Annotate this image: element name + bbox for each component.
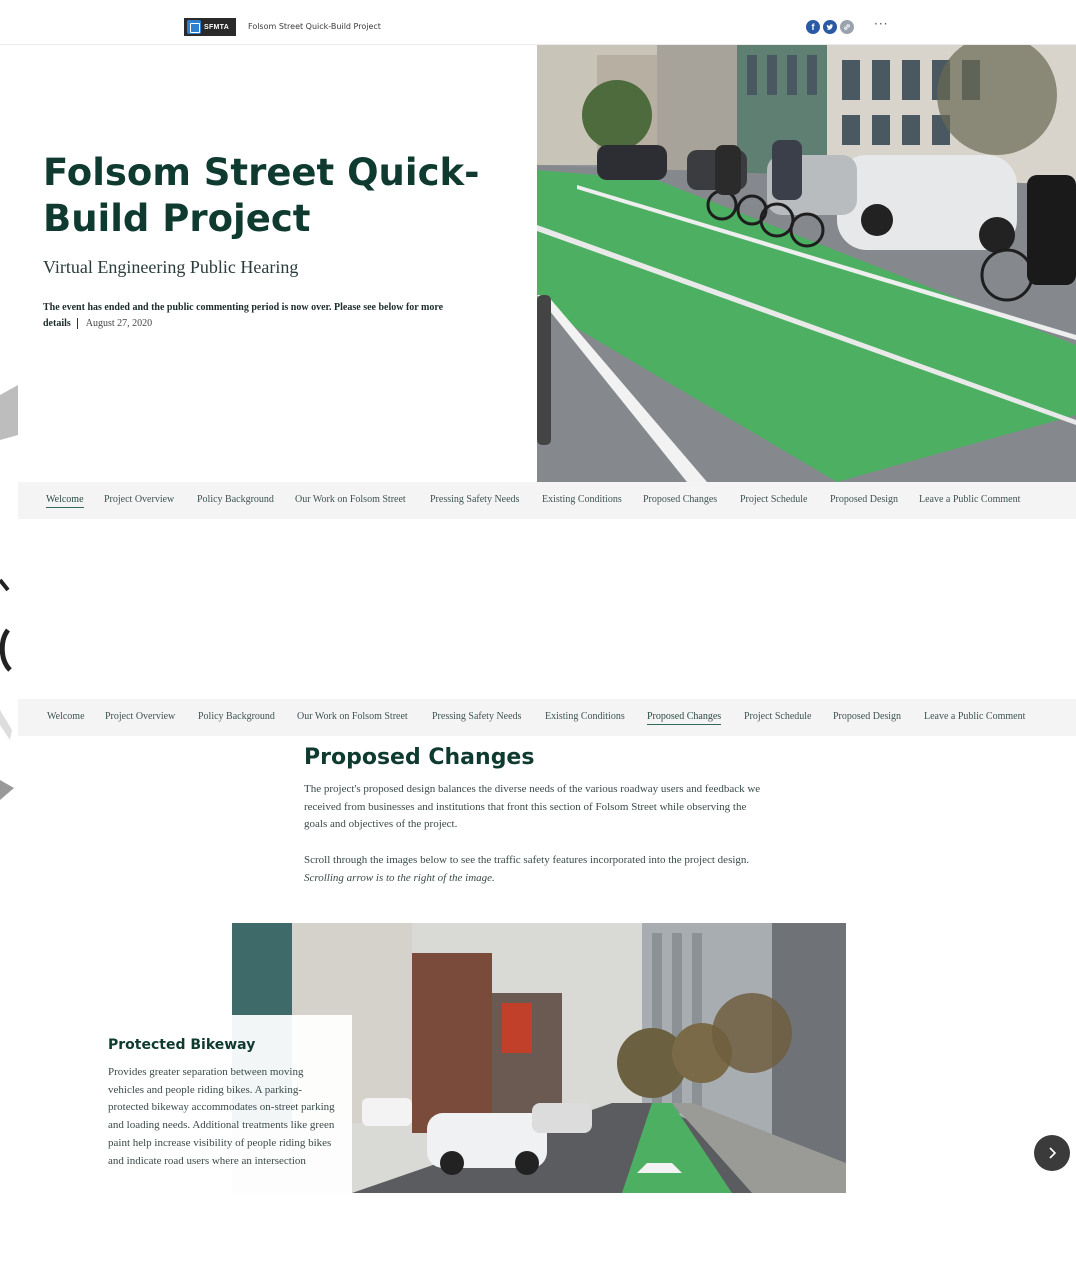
nav-policy-background[interactable]: Policy Background [197,494,274,505]
sfmta-logo[interactable]: SFMTA [184,18,236,36]
nav-proposed-design[interactable]: Proposed Design [833,711,901,722]
twitter-icon[interactable] [823,20,837,34]
nav-proposed-changes[interactable]: Proposed Changes [647,711,722,725]
nav-pressing-safety-needs[interactable]: Pressing Safety Needs [432,711,521,722]
bike-lane-photo [537,45,1076,482]
instructions-text: Scroll through the images below to see t… [304,854,750,866]
nav-project-schedule[interactable]: Project Schedule [744,711,811,722]
nav-project-overview[interactable]: Project Overview [105,711,175,722]
nav-existing-conditions[interactable]: Existing Conditions [542,494,622,505]
page-title: Folsom Street Quick-Build Project [43,151,480,240]
nav-our-work[interactable]: Our Work on Folsom Street [295,494,406,505]
hero-subtitle: Virtual Engineering Public Hearing [43,257,299,277]
section-paragraph: The project's proposed design balances t… [304,783,761,830]
nav-proposed-design[interactable]: Proposed Design [830,494,898,505]
slide-caption-card: Protected Bikeway Provides greater separ… [89,1015,352,1193]
more-options-button[interactable]: ··· [874,17,888,31]
nav-existing-conditions[interactable]: Existing Conditions [545,711,625,722]
nav-project-schedule[interactable]: Project Schedule [740,494,807,505]
section-nav-sticky: Welcome Project Overview Policy Backgrou… [18,699,1076,736]
nav-policy-background[interactable]: Policy Background [198,711,275,722]
nav-welcome[interactable]: Welcome [46,494,84,508]
top-bar: SFMTA Folsom Street Quick-Build Project … [0,0,1076,45]
logo-text: SFMTA [204,23,230,31]
nav-our-work[interactable]: Our Work on Folsom Street [297,711,408,722]
event-date: August 27, 2020 [76,318,153,329]
section-instructions: Scroll through the images below to see t… [304,852,764,887]
section-title: Proposed Changes [304,745,535,770]
background-decoration [0,385,18,800]
chevron-right-icon [1049,1147,1057,1159]
next-slide-button[interactable] [1034,1135,1070,1171]
share-icons: f [806,20,854,34]
instructions-italic: Scrolling arrow is to the right of the i… [304,871,495,884]
sfmta-logo-icon [187,20,201,34]
nav-project-overview[interactable]: Project Overview [104,494,174,505]
nav-welcome[interactable]: Welcome [47,711,85,722]
link-icon[interactable] [840,20,854,34]
nav-pressing-safety-needs[interactable]: Pressing Safety Needs [430,494,519,505]
nav-leave-comment[interactable]: Leave a Public Comment [924,711,1025,722]
slide-title: Protected Bikeway [108,1037,256,1053]
slide-text: Provides greater separation between movi… [108,1066,335,1167]
facebook-icon[interactable]: f [806,20,820,34]
site-title: Folsom Street Quick-Build Project [248,22,381,31]
nav-leave-comment[interactable]: Leave a Public Comment [919,494,1020,505]
section-nav-top: Welcome Project Overview Policy Backgrou… [18,482,1076,519]
hero-image [537,45,1076,482]
hero-description: The event has ended and the public comme… [43,300,493,332]
nav-proposed-changes[interactable]: Proposed Changes [643,494,717,505]
